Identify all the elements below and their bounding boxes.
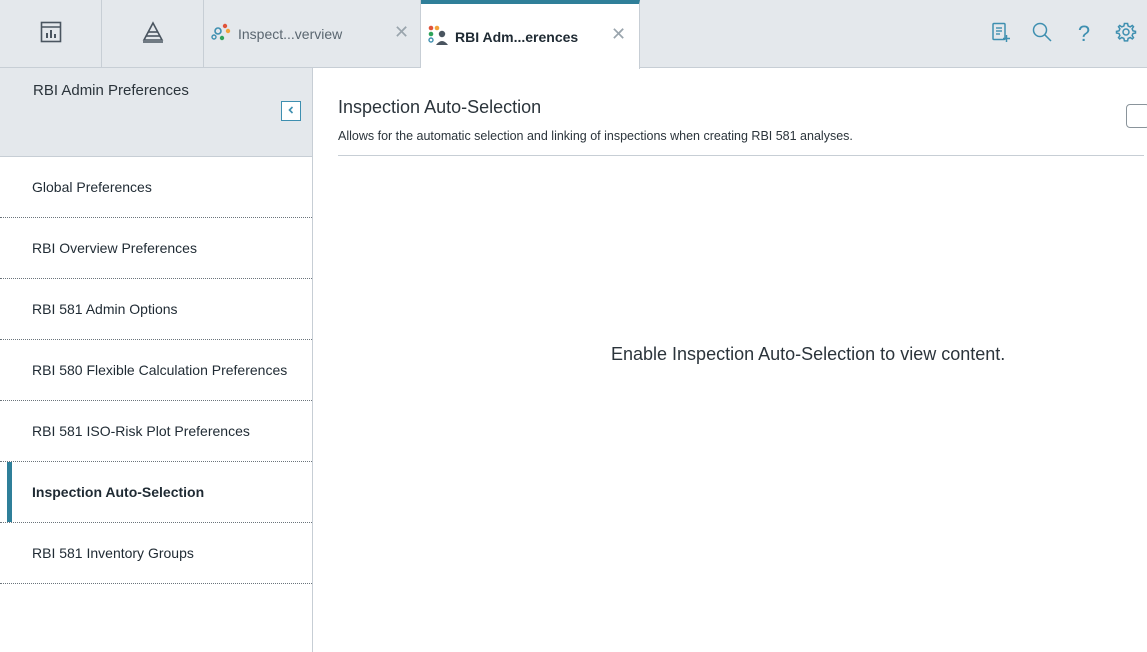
dashboard-button[interactable] — [0, 0, 102, 68]
sidebar-item-label: RBI 580 Flexible Calculation Preferences — [32, 362, 288, 378]
rbi-admin-icon — [427, 24, 449, 49]
search-icon — [1031, 21, 1053, 48]
tab-rbi-admin-preferences[interactable]: RBI Adm...erences ✕ — [421, 0, 640, 69]
asset-hierarchy-button[interactable] — [102, 0, 204, 68]
settings-button[interactable] — [1105, 0, 1147, 68]
sidebar-item-label: Global Preferences — [32, 179, 152, 195]
help-button[interactable]: ? — [1063, 0, 1105, 68]
sidebar-item-rbi-581-admin-options[interactable]: RBI 581 Admin Options — [0, 279, 312, 340]
tab-label: Inspect...verview — [238, 26, 343, 42]
empty-state-message: Enable Inspection Auto-Selection to view… — [611, 344, 1006, 364]
collapse-sidebar-button[interactable] — [281, 101, 301, 121]
sidebar-item-label: RBI 581 ISO-Risk Plot Preferences — [32, 423, 250, 439]
pyramid-icon — [142, 20, 164, 48]
sidebar-item-label: Inspection Auto-Selection — [32, 484, 205, 500]
preferences-sidebar: RBI Admin Preferences Global Preferences… — [0, 68, 313, 652]
sidebar-item-label: RBI Overview Preferences — [32, 240, 197, 256]
toolbar: ? — [979, 0, 1147, 68]
top-tab-bar: Inspect...verview ✕ RBI Adm...erences ✕ — [0, 0, 1147, 69]
clipboard-add-button[interactable] — [979, 0, 1021, 68]
page-title: Inspection Auto-Selection — [338, 97, 542, 117]
clipboard-add-icon — [989, 21, 1011, 48]
inspection-overview-icon — [210, 22, 232, 47]
sidebar-item-inspection-auto-selection[interactable]: Inspection Auto-Selection — [0, 462, 312, 523]
sidebar-header: RBI Admin Preferences — [0, 68, 312, 157]
sidebar-item-rbi-581-iso-risk-plot[interactable]: RBI 581 ISO-Risk Plot Preferences — [0, 401, 312, 462]
page-description: Allows for the automatic selection and l… — [338, 129, 853, 143]
sidebar-item-rbi-580-flexible-calculation[interactable]: RBI 580 Flexible Calculation Preferences — [0, 340, 312, 401]
sidebar-item-label: RBI 581 Inventory Groups — [32, 545, 194, 561]
close-icon[interactable]: ✕ — [611, 24, 626, 45]
sidebar-item-label: RBI 581 Admin Options — [32, 301, 178, 317]
main-content: Inspection Auto-Selection Allows for the… — [314, 68, 1147, 652]
sidebar-item-rbi-581-inventory-groups[interactable]: RBI 581 Inventory Groups — [0, 523, 312, 584]
tab-inspection-overview[interactable]: Inspect...verview ✕ — [204, 0, 421, 68]
section-header: Inspection Auto-Selection Allows for the… — [338, 68, 1147, 156]
tab-label: RBI Adm...erences — [455, 28, 579, 45]
help-icon: ? — [1077, 21, 1091, 46]
sidebar-item-global-preferences[interactable]: Global Preferences — [0, 157, 312, 218]
search-button[interactable] — [1021, 0, 1063, 68]
dashboard-icon — [40, 21, 62, 48]
sidebar-item-rbi-overview-preferences[interactable]: RBI Overview Preferences — [0, 218, 312, 279]
close-icon[interactable]: ✕ — [394, 22, 409, 43]
enable-auto-selection-checkbox[interactable] — [1126, 104, 1147, 128]
gear-icon — [1115, 21, 1137, 48]
sidebar-title: RBI Admin Preferences — [33, 82, 189, 99]
chevron-left-icon — [286, 102, 296, 120]
